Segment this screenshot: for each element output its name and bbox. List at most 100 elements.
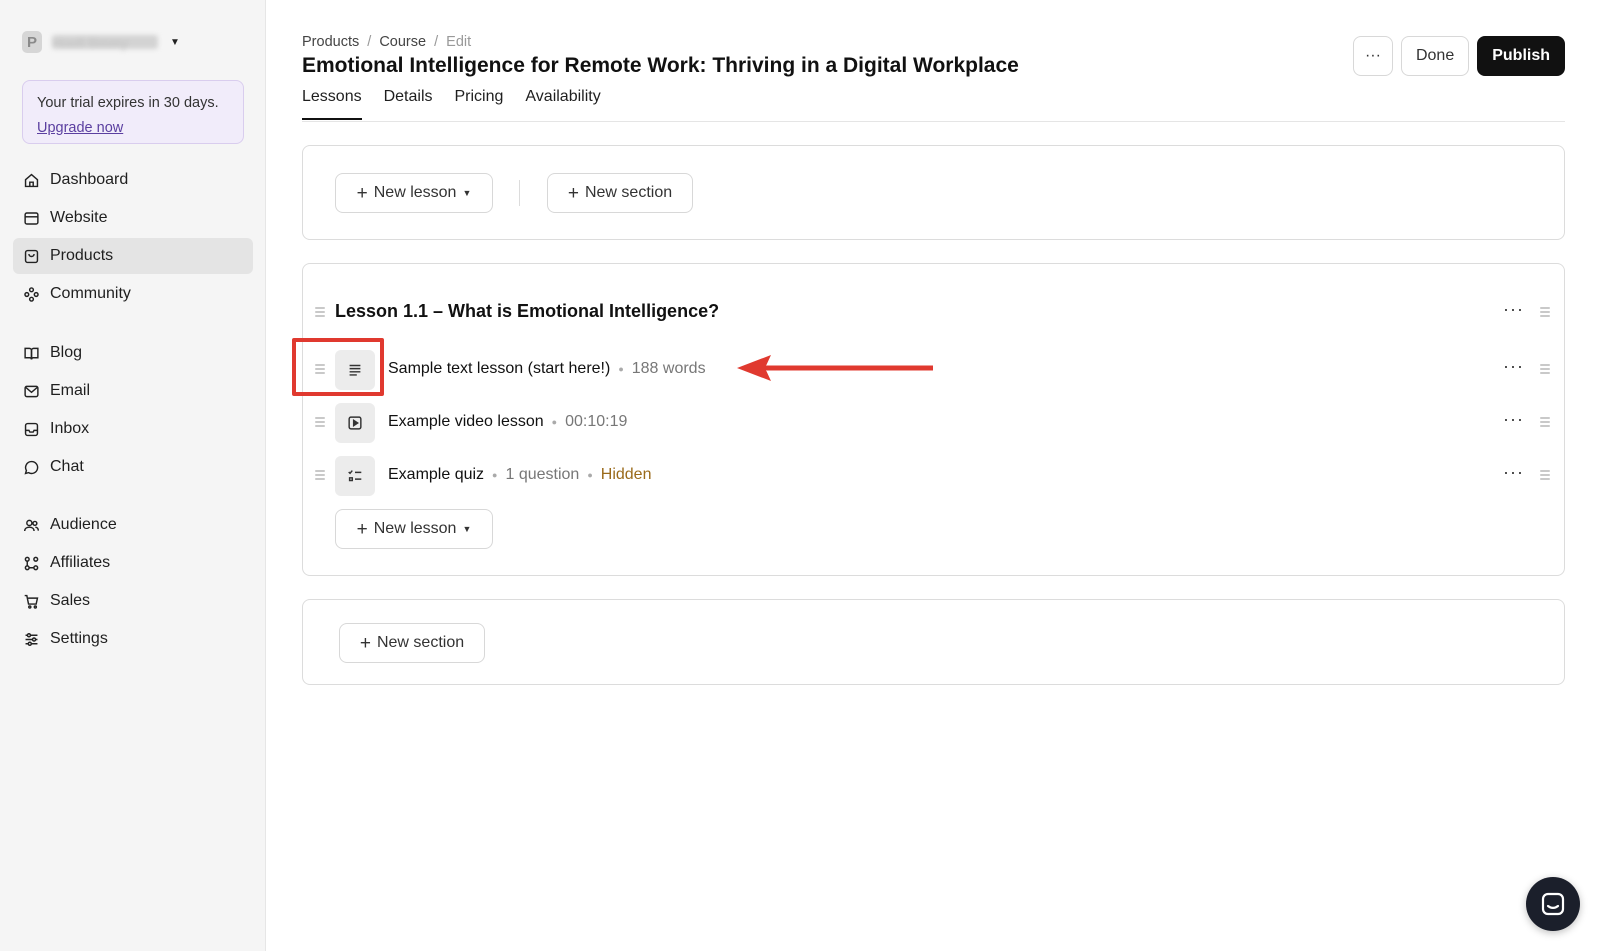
- sidebar-item-label: Sales: [50, 592, 91, 609]
- sidebar-item-label: Affiliates: [50, 554, 111, 571]
- sidebar-item-dashboard[interactable]: Dashboard: [13, 162, 253, 198]
- caret-down-icon: ▼: [462, 524, 472, 534]
- sidebar-item-chat[interactable]: Chat: [13, 449, 253, 485]
- drag-handle-icon[interactable]: [1540, 470, 1550, 482]
- breadcrumb-edit: Edit: [446, 34, 472, 50]
- workspace-logo: P: [22, 31, 42, 53]
- section-new-lesson-button[interactable]: + New lesson ▼: [335, 509, 493, 549]
- bottom-new-section-button[interactable]: + New section: [339, 623, 485, 663]
- plus-icon: +: [567, 182, 579, 204]
- sidebar-item-label: Website: [50, 209, 108, 226]
- separator-dot: ●: [618, 364, 624, 374]
- drag-handle-icon[interactable]: [1540, 364, 1550, 376]
- sidebar-item-label: Inbox: [50, 420, 90, 437]
- section-card: Lesson 1.1 – What is Emotional Intellige…: [302, 263, 1565, 576]
- browser-icon: [24, 211, 39, 225]
- sidebar-item-email[interactable]: Email: [13, 373, 253, 409]
- sidebar-item-website[interactable]: Website: [13, 200, 253, 236]
- separator-dot: ●: [551, 417, 558, 427]
- sidebar-item-label: Dashboard: [50, 171, 129, 188]
- quiz-checklist-icon: [348, 470, 362, 482]
- sidebar-item-settings[interactable]: Settings: [13, 621, 253, 657]
- lesson-meta: 1 question: [505, 466, 580, 483]
- breadcrumb-course[interactable]: Course: [379, 34, 426, 50]
- lesson-more-icon[interactable]: ···: [1503, 356, 1524, 377]
- sidebar-item-label: Chat: [50, 458, 84, 475]
- publish-button[interactable]: Publish: [1477, 36, 1565, 76]
- workspace-name: Hoofi Bmmy: [52, 35, 158, 51]
- breadcrumb-separator: /: [367, 34, 372, 50]
- plus-icon: +: [356, 518, 368, 540]
- done-button[interactable]: Done: [1400, 36, 1470, 76]
- trial-text: Your trial expires in 30 days.: [37, 95, 219, 111]
- support-chat-button[interactable]: [1526, 877, 1580, 931]
- sidebar-item-inbox[interactable]: Inbox: [13, 411, 253, 447]
- sidebar-item-products[interactable]: Products: [13, 238, 253, 274]
- sidebar-item-label: Blog: [50, 344, 83, 361]
- sidebar-item-audience[interactable]: Audience: [13, 507, 253, 543]
- sidebar-item-label: Settings: [50, 630, 108, 647]
- drag-handle-icon[interactable]: [1540, 307, 1550, 319]
- sidebar-item-label: Products: [50, 247, 114, 264]
- tab-bar: Lessons Details Pricing Availability: [302, 88, 601, 120]
- breadcrumb-products[interactable]: Products: [302, 34, 359, 50]
- plus-icon: +: [359, 632, 371, 654]
- section-more-icon[interactable]: ···: [1503, 299, 1524, 320]
- tab-details[interactable]: Details: [384, 88, 433, 120]
- new-lesson-button[interactable]: + New lesson ▼: [335, 173, 493, 213]
- home-icon: [24, 173, 39, 187]
- button-label: New lesson: [373, 184, 457, 201]
- lesson-row-video-lesson[interactable]: Example video lesson ● 00:10:19: [388, 413, 627, 431]
- tab-pricing[interactable]: Pricing: [455, 88, 504, 120]
- lesson-more-icon[interactable]: ···: [1503, 462, 1524, 483]
- button-label: New section: [376, 634, 465, 651]
- workspace-switcher[interactable]: P Hoofi Bmmy ▼: [22, 30, 180, 54]
- lesson-title: Example quiz: [388, 466, 485, 483]
- caret-down-icon: ▼: [462, 188, 472, 198]
- tab-lessons[interactable]: Lessons: [302, 88, 362, 120]
- more-options-button[interactable]: ···: [1352, 36, 1393, 76]
- sidebar-item-blog[interactable]: Blog: [13, 335, 253, 371]
- nav-content: Blog Email Inbox Chat: [13, 335, 253, 487]
- highlight-box: [292, 338, 384, 396]
- sidebar-item-label: Audience: [50, 516, 117, 533]
- sidebar-item-affiliates[interactable]: Affiliates: [13, 545, 253, 581]
- drag-handle-icon[interactable]: [315, 470, 325, 482]
- tabs-divider: [302, 121, 1565, 122]
- section-title[interactable]: Lesson 1.1 – What is Emotional Intellige…: [335, 301, 719, 322]
- lesson-type-icon: [335, 403, 375, 443]
- cart-icon: [24, 594, 39, 609]
- plus-icon: +: [356, 182, 368, 204]
- new-section-button[interactable]: + New section: [547, 173, 693, 213]
- lessons-toolbar-card: + New lesson ▼ + New section: [302, 145, 1565, 240]
- sidebar-item-community[interactable]: Community: [13, 276, 253, 312]
- lesson-type-icon: [335, 456, 375, 496]
- upgrade-link[interactable]: Upgrade now: [37, 120, 123, 136]
- book-icon: [24, 347, 39, 360]
- chat-bubble-icon: [1541, 892, 1565, 916]
- nav-business: Audience Affiliates Sales Settings: [13, 507, 253, 659]
- status-badge: Hidden: [600, 466, 652, 483]
- community-icon: [24, 286, 39, 302]
- lesson-meta: 188 words: [631, 360, 706, 377]
- button-label: New lesson: [373, 520, 457, 537]
- chat-icon: [24, 460, 39, 474]
- video-icon: [348, 416, 362, 430]
- lesson-more-icon[interactable]: ···: [1503, 409, 1524, 430]
- lesson-row-text-lesson[interactable]: Sample text lesson (start here!) ● 188 w…: [388, 360, 706, 378]
- drag-handle-icon[interactable]: [315, 417, 325, 429]
- separator-dot: ●: [587, 470, 593, 480]
- annotation-arrow-icon: [737, 355, 933, 381]
- lesson-row-quiz[interactable]: Example quiz ● 1 question ● Hidden: [388, 466, 651, 484]
- page-title: Emotional Intelligence for Remote Work: …: [302, 54, 1019, 77]
- drag-handle-icon[interactable]: [315, 307, 325, 319]
- sidebar-item-sales[interactable]: Sales: [13, 583, 253, 619]
- tab-availability[interactable]: Availability: [525, 88, 600, 120]
- header-actions: ··· Done Publish: [1352, 36, 1565, 76]
- drag-handle-icon[interactable]: [1540, 417, 1550, 429]
- toolbar-divider: [519, 180, 520, 206]
- users-icon: [23, 519, 40, 531]
- lesson-title: Example video lesson: [388, 413, 544, 430]
- mail-icon: [24, 385, 39, 397]
- breadcrumb: Products / Course / Edit: [302, 34, 471, 50]
